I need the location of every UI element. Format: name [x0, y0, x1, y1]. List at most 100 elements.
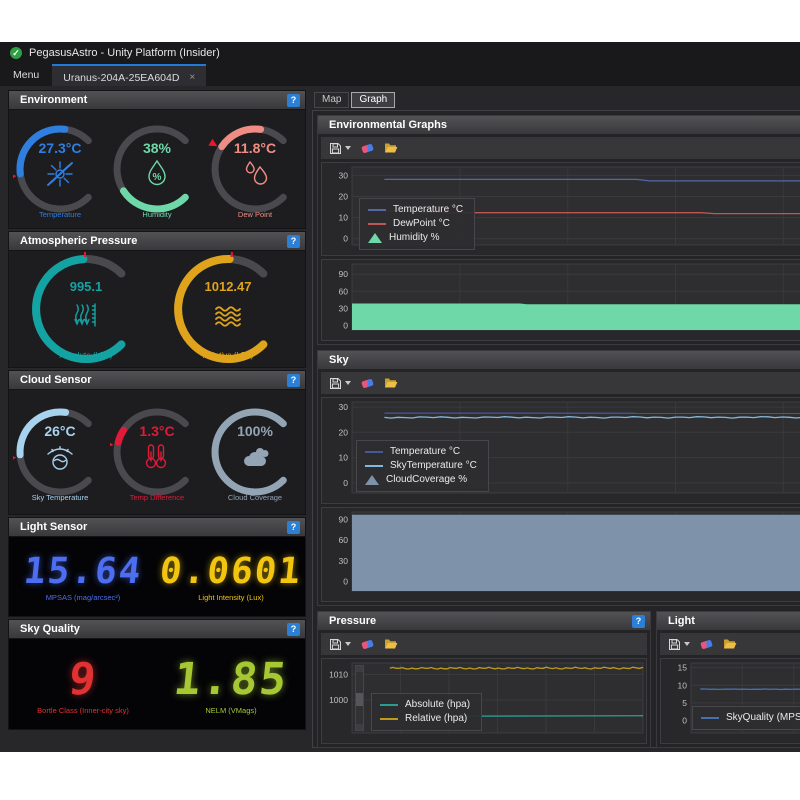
gauge-value: 26°C	[44, 423, 75, 439]
lux-display: 0.0601 Light Intensity (Lux)	[157, 551, 305, 602]
help-button[interactable]: ?	[287, 94, 300, 107]
y-tick-label: 90	[339, 269, 349, 279]
legend-label: Absolute (hpa)	[405, 699, 470, 710]
y-tick-label: 20	[339, 192, 349, 202]
open-folder-button[interactable]	[384, 142, 398, 154]
cloud_coverage-icon	[244, 448, 269, 466]
nelm-display: 1.85 NELM (VMags)	[157, 654, 305, 715]
legend-entry: CloudCoverage %	[365, 474, 477, 485]
gauge-cloud-coverage: 100% Cloud Coverage	[208, 398, 302, 506]
panel-sky-graphs: Sky 0102030Temperature °CSkyTemper	[317, 350, 800, 606]
y-tick-label: 30	[339, 170, 349, 180]
panel-light-graph: Light 05	[656, 611, 800, 748]
open-folder-icon	[723, 638, 737, 650]
scrollbar-down-arrow[interactable]	[356, 724, 363, 730]
save-icon	[329, 377, 342, 390]
temp_difference-icon	[147, 445, 166, 468]
gauge-value: 1.3°C	[139, 423, 174, 439]
gauge-marker-icon	[13, 173, 17, 181]
y-tick-label: 5	[682, 698, 687, 708]
gauge-value: 27.3°C	[38, 140, 81, 156]
chart-canvas: 051015	[661, 659, 800, 743]
eraser-icon	[361, 143, 374, 153]
save-button[interactable]	[329, 377, 351, 390]
chart-wrap: 051015SkyQuality (MPSAS)	[660, 658, 800, 744]
abs_pressure-icon	[75, 304, 95, 326]
gauge-value: 100%	[237, 423, 273, 439]
gauge-marker-icon	[231, 252, 232, 257]
eraser-button[interactable]	[362, 641, 373, 648]
open-folder-icon	[384, 638, 398, 650]
save-button[interactable]	[329, 142, 351, 155]
gauge-temperature: 27.3°CTemperature	[13, 115, 107, 223]
sky-quality-display: 9 Bortle Class (Inner-city sky) 1.85 NEL…	[9, 639, 305, 729]
help-button[interactable]: ?	[287, 623, 300, 636]
open-folder-button[interactable]	[723, 638, 737, 650]
y-tick-label: 30	[339, 303, 349, 313]
graphs-container: Environmental Graphs 0102030Temper	[312, 110, 800, 748]
scrollbar-up-arrow[interactable]	[356, 666, 363, 672]
open-folder-button[interactable]	[384, 377, 398, 389]
legend-label: SkyQuality (MPSAS)	[726, 712, 800, 723]
save-dropdown-caret[interactable]	[345, 146, 351, 150]
gauge-label: Cloud Coverage	[227, 493, 281, 502]
view-tabs: Map Graph	[312, 90, 800, 108]
open-folder-button[interactable]	[384, 638, 398, 650]
chart-toolbar	[321, 372, 800, 394]
chart-legend: Temperature °CDewPoint °CHumidity %	[359, 198, 475, 250]
tab-close-icon[interactable]: ×	[189, 72, 195, 83]
bortle-label: Bortle Class (Inner-city sky)	[9, 706, 157, 715]
panel-atmospheric-pressure: Atmospheric Pressure ? 995.1Absolute (hP…	[8, 231, 306, 368]
legend-label: SkyTemperature °C	[390, 460, 477, 471]
help-button[interactable]: ?	[287, 521, 300, 534]
mpsas-display: 15.64 MPSAS (mag/arcsec²)	[9, 551, 157, 602]
panel-title: Cloud Sensor	[20, 374, 92, 386]
y-tick-label: 0	[343, 234, 348, 244]
app-window: ✓ PegasusAstro - Unity Platform (Insider…	[0, 42, 800, 752]
open-folder-icon	[384, 377, 398, 389]
chart-toolbar	[321, 137, 800, 159]
chart-temperature-dewpoint: 0102030Temperature °CDewPoint °CHumidity…	[321, 162, 800, 256]
mpsas-value: 15.64	[22, 551, 145, 592]
eraser-button[interactable]	[362, 380, 373, 387]
sky_temperature-icon	[48, 447, 72, 469]
panel-title: Environmental Graphs	[329, 119, 447, 131]
gauge-label: Dew Point	[237, 210, 272, 219]
right-column: Map Graph Environmental Graphs	[312, 90, 800, 752]
legend-entry: Relative (hpa)	[380, 713, 470, 724]
save-dropdown-caret[interactable]	[345, 381, 351, 385]
app-check-icon: ✓	[10, 47, 22, 59]
chart-legend: Absolute (hpa) Relative (hpa)	[371, 693, 482, 731]
series-line	[700, 689, 800, 690]
y-tick-label: 30	[339, 402, 349, 412]
help-button[interactable]: ?	[632, 615, 645, 628]
y-tick-label: 15	[678, 663, 688, 673]
legend-line-swatch	[368, 209, 386, 211]
gauge-value: 995.1	[70, 279, 103, 294]
humidity-icon: %	[149, 161, 165, 185]
menu-button[interactable]: Menu	[0, 64, 52, 86]
legend-label: Relative (hpa)	[405, 713, 467, 724]
dewpoint-icon	[246, 162, 266, 184]
scrollbar-thumb[interactable]	[356, 693, 363, 706]
legend-entry: Temperature °C	[368, 204, 463, 215]
save-button[interactable]	[329, 638, 351, 651]
legend-line-swatch	[380, 718, 398, 720]
document-tab[interactable]: Uranus-204A-25EA604D ×	[52, 64, 206, 86]
save-dropdown-caret[interactable]	[684, 642, 690, 646]
legend-line-swatch	[368, 223, 386, 225]
help-button[interactable]: ?	[287, 235, 300, 248]
panel-title: Light Sensor	[20, 521, 87, 533]
save-dropdown-caret[interactable]	[345, 642, 351, 646]
tab-map[interactable]: Map	[314, 92, 349, 108]
eraser-button[interactable]	[362, 145, 373, 152]
chart-humidity-area: 0306090	[321, 259, 800, 341]
panel-header: Cloud Sensor ?	[9, 371, 305, 390]
tab-graph[interactable]: Graph	[351, 92, 395, 108]
help-button[interactable]: ?	[287, 374, 300, 387]
chart-wrap: 10001010Absolute (hpa)Relative (hpa)	[321, 658, 647, 744]
lux-label: Light Intensity (Lux)	[157, 593, 305, 602]
y-axis-scrollbar[interactable]	[355, 665, 364, 731]
save-button[interactable]	[668, 638, 690, 651]
eraser-button[interactable]	[701, 641, 712, 648]
